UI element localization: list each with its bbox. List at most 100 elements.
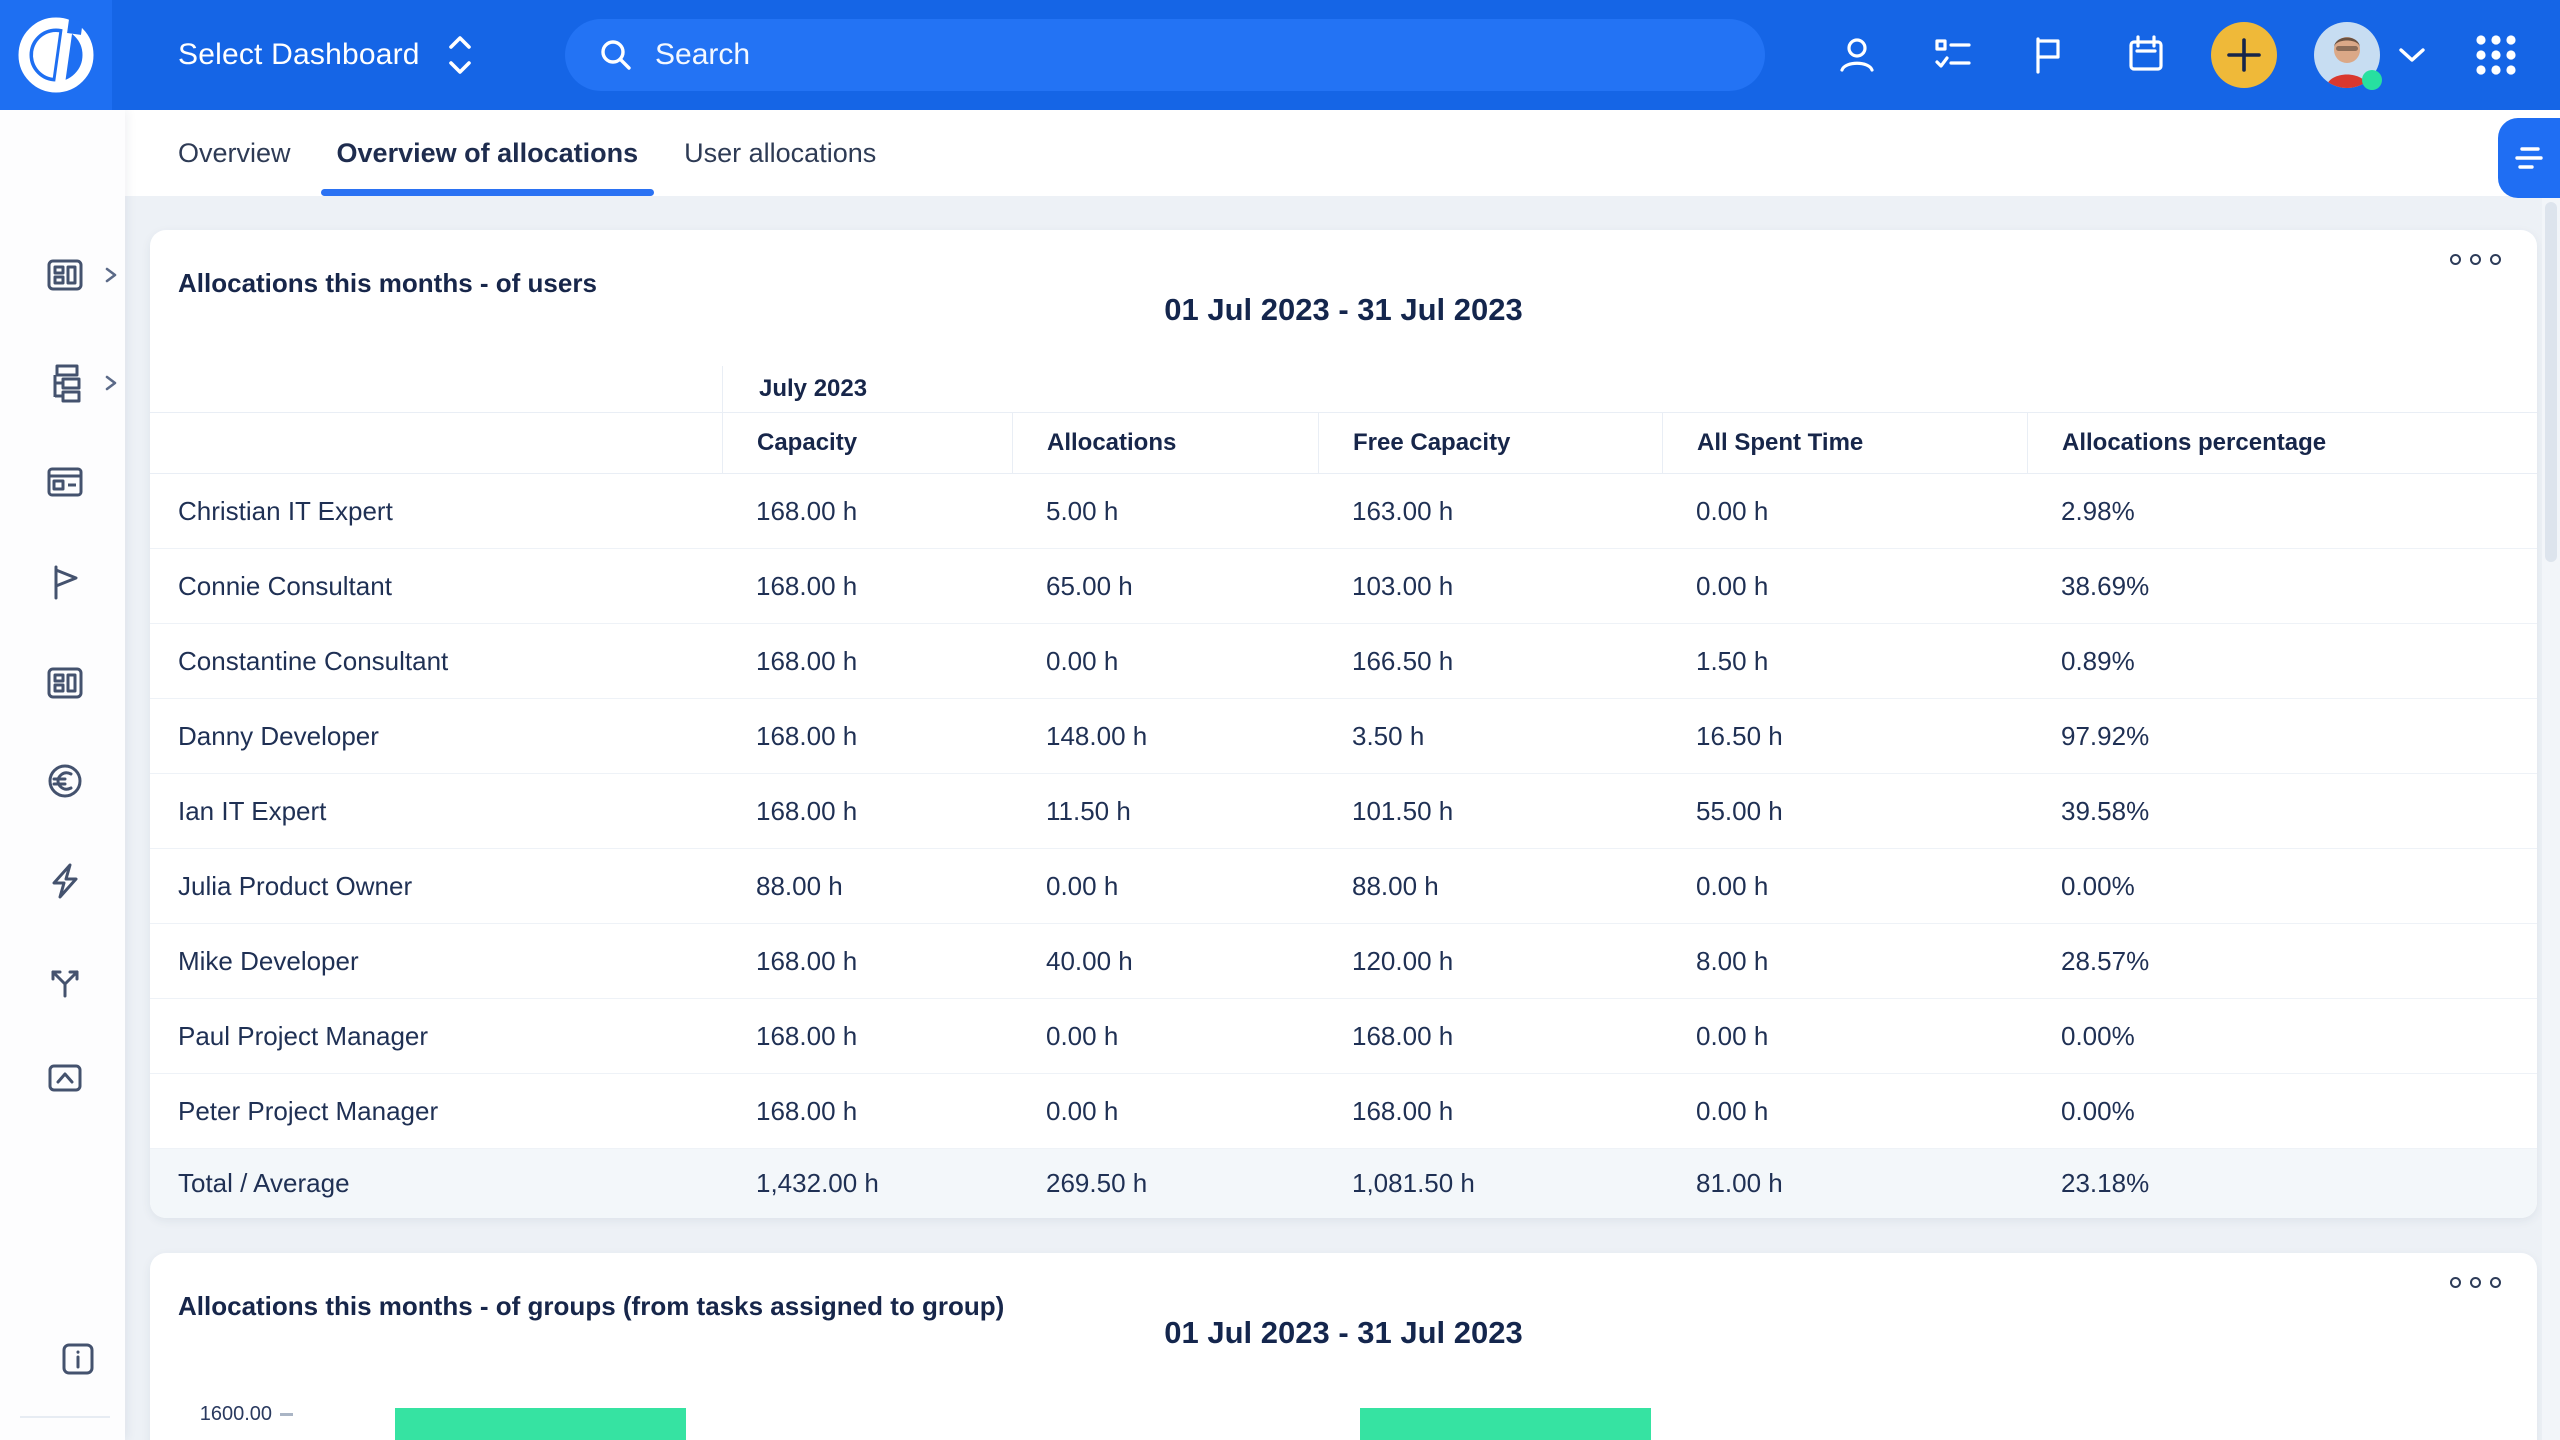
all-spent-time-cell: 16.50 h	[1662, 699, 2027, 773]
table-row: Paul Project Manager 168.00 h 0.00 h 168…	[150, 999, 2537, 1074]
panels-icon	[43, 253, 87, 297]
capacity-cell: 168.00 h	[722, 999, 1012, 1073]
apps-grid-icon	[2472, 31, 2520, 79]
online-status-dot	[2362, 70, 2382, 90]
allocations-percentage-cell: 0.00%	[2027, 849, 2537, 923]
user-button[interactable]	[1836, 0, 1878, 110]
sidebar-item-pages[interactable]	[43, 460, 87, 504]
sidebar-item-project-tree[interactable]	[43, 361, 87, 405]
col-allocations: Allocations	[1012, 413, 1318, 473]
tree-icon	[43, 361, 87, 405]
vertical-scrollbar[interactable]	[2542, 196, 2560, 1440]
dashboard-selector[interactable]: Select Dashboard	[178, 0, 474, 110]
apps-grid-button[interactable]	[2470, 0, 2522, 110]
user-name-cell: Constantine Consultant	[150, 624, 722, 698]
table-row: Danny Developer 168.00 h 148.00 h 3.50 h…	[150, 699, 2537, 774]
free-capacity-cell: 168.00 h	[1318, 1074, 1662, 1148]
allocations-cell: 65.00 h	[1012, 549, 1318, 623]
free-capacity-cell: 120.00 h	[1318, 924, 1662, 998]
user-name-cell: Peter Project Manager	[150, 1074, 722, 1148]
flag-icon	[2027, 34, 2069, 76]
top-bar: Select Dashboard Search	[0, 0, 2560, 110]
content-area: Allocations this months - of users 01 Ju…	[125, 196, 2560, 1440]
search-placeholder: Search	[655, 38, 750, 72]
panel-menu-button[interactable]	[2450, 254, 2501, 265]
tab-overview-of-allocations[interactable]: Overview of allocations	[337, 110, 639, 196]
search-icon	[597, 36, 635, 74]
all-spent-time-cell: 0.00 h	[1662, 999, 2027, 1073]
sidebar-item-finance[interactable]	[43, 759, 87, 803]
user-name-cell: Ian IT Expert	[150, 774, 722, 848]
chevron-right-icon[interactable]	[104, 266, 118, 284]
capacity-cell: 168.00 h	[722, 474, 1012, 548]
capacity-cell: 168.00 h	[722, 624, 1012, 698]
scrollbar-thumb[interactable]	[2545, 202, 2557, 562]
user-name-cell: Connie Consultant	[150, 549, 722, 623]
sidebar-item-archive[interactable]	[43, 1056, 87, 1100]
capacity-cell: 168.00 h	[722, 549, 1012, 623]
user-name-cell: Paul Project Manager	[150, 999, 722, 1073]
user-icon	[1836, 34, 1878, 76]
allocations-percentage-cell: 2.98%	[2027, 474, 2537, 548]
allocations-percentage-cell: 38.69%	[2027, 549, 2537, 623]
allocations-percentage-cell: 0.89%	[2027, 624, 2537, 698]
table-row: Julia Product Owner 88.00 h 0.00 h 88.00…	[150, 849, 2537, 924]
chart-bar[interactable]	[1360, 1408, 1651, 1440]
calendar-icon	[2124, 33, 2168, 77]
allocations-cell: 40.00 h	[1012, 924, 1318, 998]
flags-button[interactable]	[2027, 0, 2069, 110]
all-spent-time-cell: 55.00 h	[1662, 774, 2027, 848]
sidebar-item-quick-actions[interactable]	[43, 859, 87, 903]
sidebar	[0, 110, 125, 1440]
total-label: Total / Average	[150, 1149, 722, 1218]
sidebar-item-milestones[interactable]	[43, 560, 87, 604]
capacity-cell: 168.00 h	[722, 699, 1012, 773]
allocations-cell: 5.00 h	[1012, 474, 1318, 548]
filters-flyout-button[interactable]	[2498, 118, 2560, 198]
allocations-percentage-cell: 39.58%	[2027, 774, 2537, 848]
plus-icon	[2225, 36, 2263, 74]
avatar-menu-chevron[interactable]	[2395, 0, 2429, 110]
panel-menu-button[interactable]	[2450, 1277, 2501, 1288]
sidebar-item-info[interactable]	[56, 1337, 100, 1381]
col-allocations-percentage: Allocations percentage	[2027, 413, 2537, 473]
sidebar-item-dashboards[interactable]	[43, 253, 87, 297]
all-spent-time-cell: 1.50 h	[1662, 624, 2027, 698]
col-all-spent-time: All Spent Time	[1662, 413, 2027, 473]
easy-project-logo-icon	[13, 12, 99, 98]
free-capacity-cell: 101.50 h	[1318, 774, 1662, 848]
all-spent-time-cell: 0.00 h	[1662, 849, 2027, 923]
sidebar-item-workflow[interactable]	[43, 958, 87, 1002]
allocations-percentage-cell: 97.92%	[2027, 699, 2537, 773]
euro-icon	[43, 759, 87, 803]
task-checklist-icon	[1931, 33, 1975, 77]
pennant-flag-icon	[43, 560, 87, 604]
allocations-table: July 2023 Capacity Allocations Free Capa…	[150, 366, 2537, 1218]
app-logo[interactable]	[0, 0, 112, 110]
panel-allocations-users: Allocations this months - of users 01 Ju…	[150, 230, 2537, 1218]
tasks-button[interactable]	[1931, 0, 1975, 110]
create-new-button[interactable]	[2211, 22, 2277, 88]
date-range-heading: 01 Jul 2023 - 31 Jul 2023	[150, 292, 2537, 328]
chart-bar[interactable]	[395, 1408, 686, 1440]
free-capacity-cell: 103.00 h	[1318, 549, 1662, 623]
split-arrows-icon	[43, 958, 87, 1002]
sidebar-item-modules[interactable]	[43, 661, 87, 705]
allocations-cell: 148.00 h	[1012, 699, 1318, 773]
avatar[interactable]	[2314, 22, 2380, 88]
tab-overview[interactable]: Overview	[178, 110, 291, 196]
calendar-button[interactable]	[2124, 0, 2168, 110]
user-name-cell: Danny Developer	[150, 699, 722, 773]
col-free-capacity: Free Capacity	[1318, 413, 1662, 473]
app-root: Select Dashboard Search	[0, 0, 2560, 1440]
allocations-percentage-cell: 0.00%	[2027, 1074, 2537, 1148]
chevron-right-icon[interactable]	[104, 374, 118, 392]
search-input[interactable]: Search	[565, 19, 1765, 91]
free-capacity-cell: 3.50 h	[1318, 699, 1662, 773]
capacity-cell: 168.00 h	[722, 774, 1012, 848]
table-body: Christian IT Expert 168.00 h 5.00 h 163.…	[150, 474, 2537, 1149]
date-range-heading: 01 Jul 2023 - 31 Jul 2023	[150, 1315, 2537, 1351]
tab-user-allocations[interactable]: User allocations	[684, 110, 876, 196]
dashboard-selector-label: Select Dashboard	[178, 38, 420, 72]
table-row: Constantine Consultant 168.00 h 0.00 h 1…	[150, 624, 2537, 699]
